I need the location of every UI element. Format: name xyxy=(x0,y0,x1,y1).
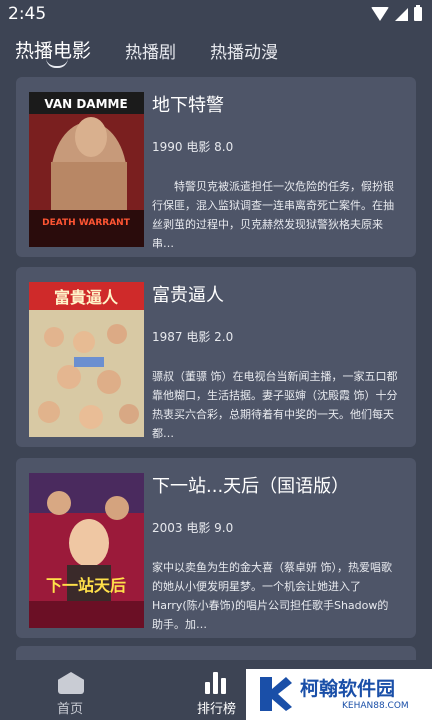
movie-meta: 1987 电影 2.0 xyxy=(152,330,234,344)
poster-title-top: VAN DAMME xyxy=(44,97,127,111)
watermark-site: KEHAN88.COM xyxy=(342,701,409,711)
movie-meta: 1990 电影 8.0 xyxy=(152,140,234,154)
poster-title-top: 富貴逼人 xyxy=(54,288,119,307)
signal-icon xyxy=(395,7,408,21)
status-icons xyxy=(371,5,422,21)
movie-poster: 富貴逼人 xyxy=(29,282,144,437)
movie-card[interactable]: 下一站天后 下一站...天后（国语版） 2003 电影 9.0 家中以卖鱼为生的… xyxy=(16,458,416,638)
movie-title: 富贵逼人 xyxy=(152,285,224,306)
poster-title-bottom: DEATH WARRANT xyxy=(42,218,131,228)
movie-title: 下一站...天后（国语版） xyxy=(152,476,350,497)
movie-description: 骠叔（董骠 饰）在电视台当新闻主播，一家五口都靠他糊口，生活拮据。妻子驱婶（沈殿… xyxy=(152,370,398,440)
category-tabs: 热播电影 热播剧 热播动漫 xyxy=(0,36,432,72)
watermark-logo-icon xyxy=(260,677,292,711)
status-time: 2:45 xyxy=(8,4,47,24)
home-icon[interactable] xyxy=(58,672,84,694)
movie-card[interactable]: VAN DAMME DEATH WARRANT 地下特警 1990 电影 8.0… xyxy=(16,77,416,257)
tab-hot-series[interactable]: 热播剧 xyxy=(125,38,176,63)
watermark: 柯翰软件园 KEHAN88.COM xyxy=(246,669,432,720)
nav-home-label[interactable]: 首页 xyxy=(57,698,83,717)
poster-title-top: 下一站天后 xyxy=(46,576,126,595)
movie-description: 特警贝克被派遣担任一次危险的任务，假扮银行保匪，混入监狱调查一连串离奇死亡案件。… xyxy=(152,180,394,250)
ranking-icon[interactable] xyxy=(203,672,229,694)
battery-icon xyxy=(414,5,422,21)
watermark-name: 柯翰软件园 xyxy=(300,678,396,700)
wifi-icon xyxy=(371,7,389,21)
movie-card[interactable]: 富貴逼人 富贵逼人 1987 电影 2.0 骠叔（董骠 饰）在电视台当新闻主播，… xyxy=(16,267,416,447)
movie-meta: 2003 电影 9.0 xyxy=(152,521,234,535)
movie-description: 家中以卖鱼为生的金大喜（蔡卓妍 饰），热爱唱歌的她从小便发明星梦。一个机会让她进… xyxy=(152,561,392,631)
movie-poster: 下一站天后 xyxy=(29,473,144,628)
movie-poster: VAN DAMME DEATH WARRANT xyxy=(29,92,144,247)
nav-rank-label[interactable]: 排行榜 xyxy=(197,698,236,717)
movie-title: 地下特警 xyxy=(152,95,224,116)
tab-hot-anime[interactable]: 热播动漫 xyxy=(210,38,278,63)
status-bar: 2:45 xyxy=(0,0,432,30)
